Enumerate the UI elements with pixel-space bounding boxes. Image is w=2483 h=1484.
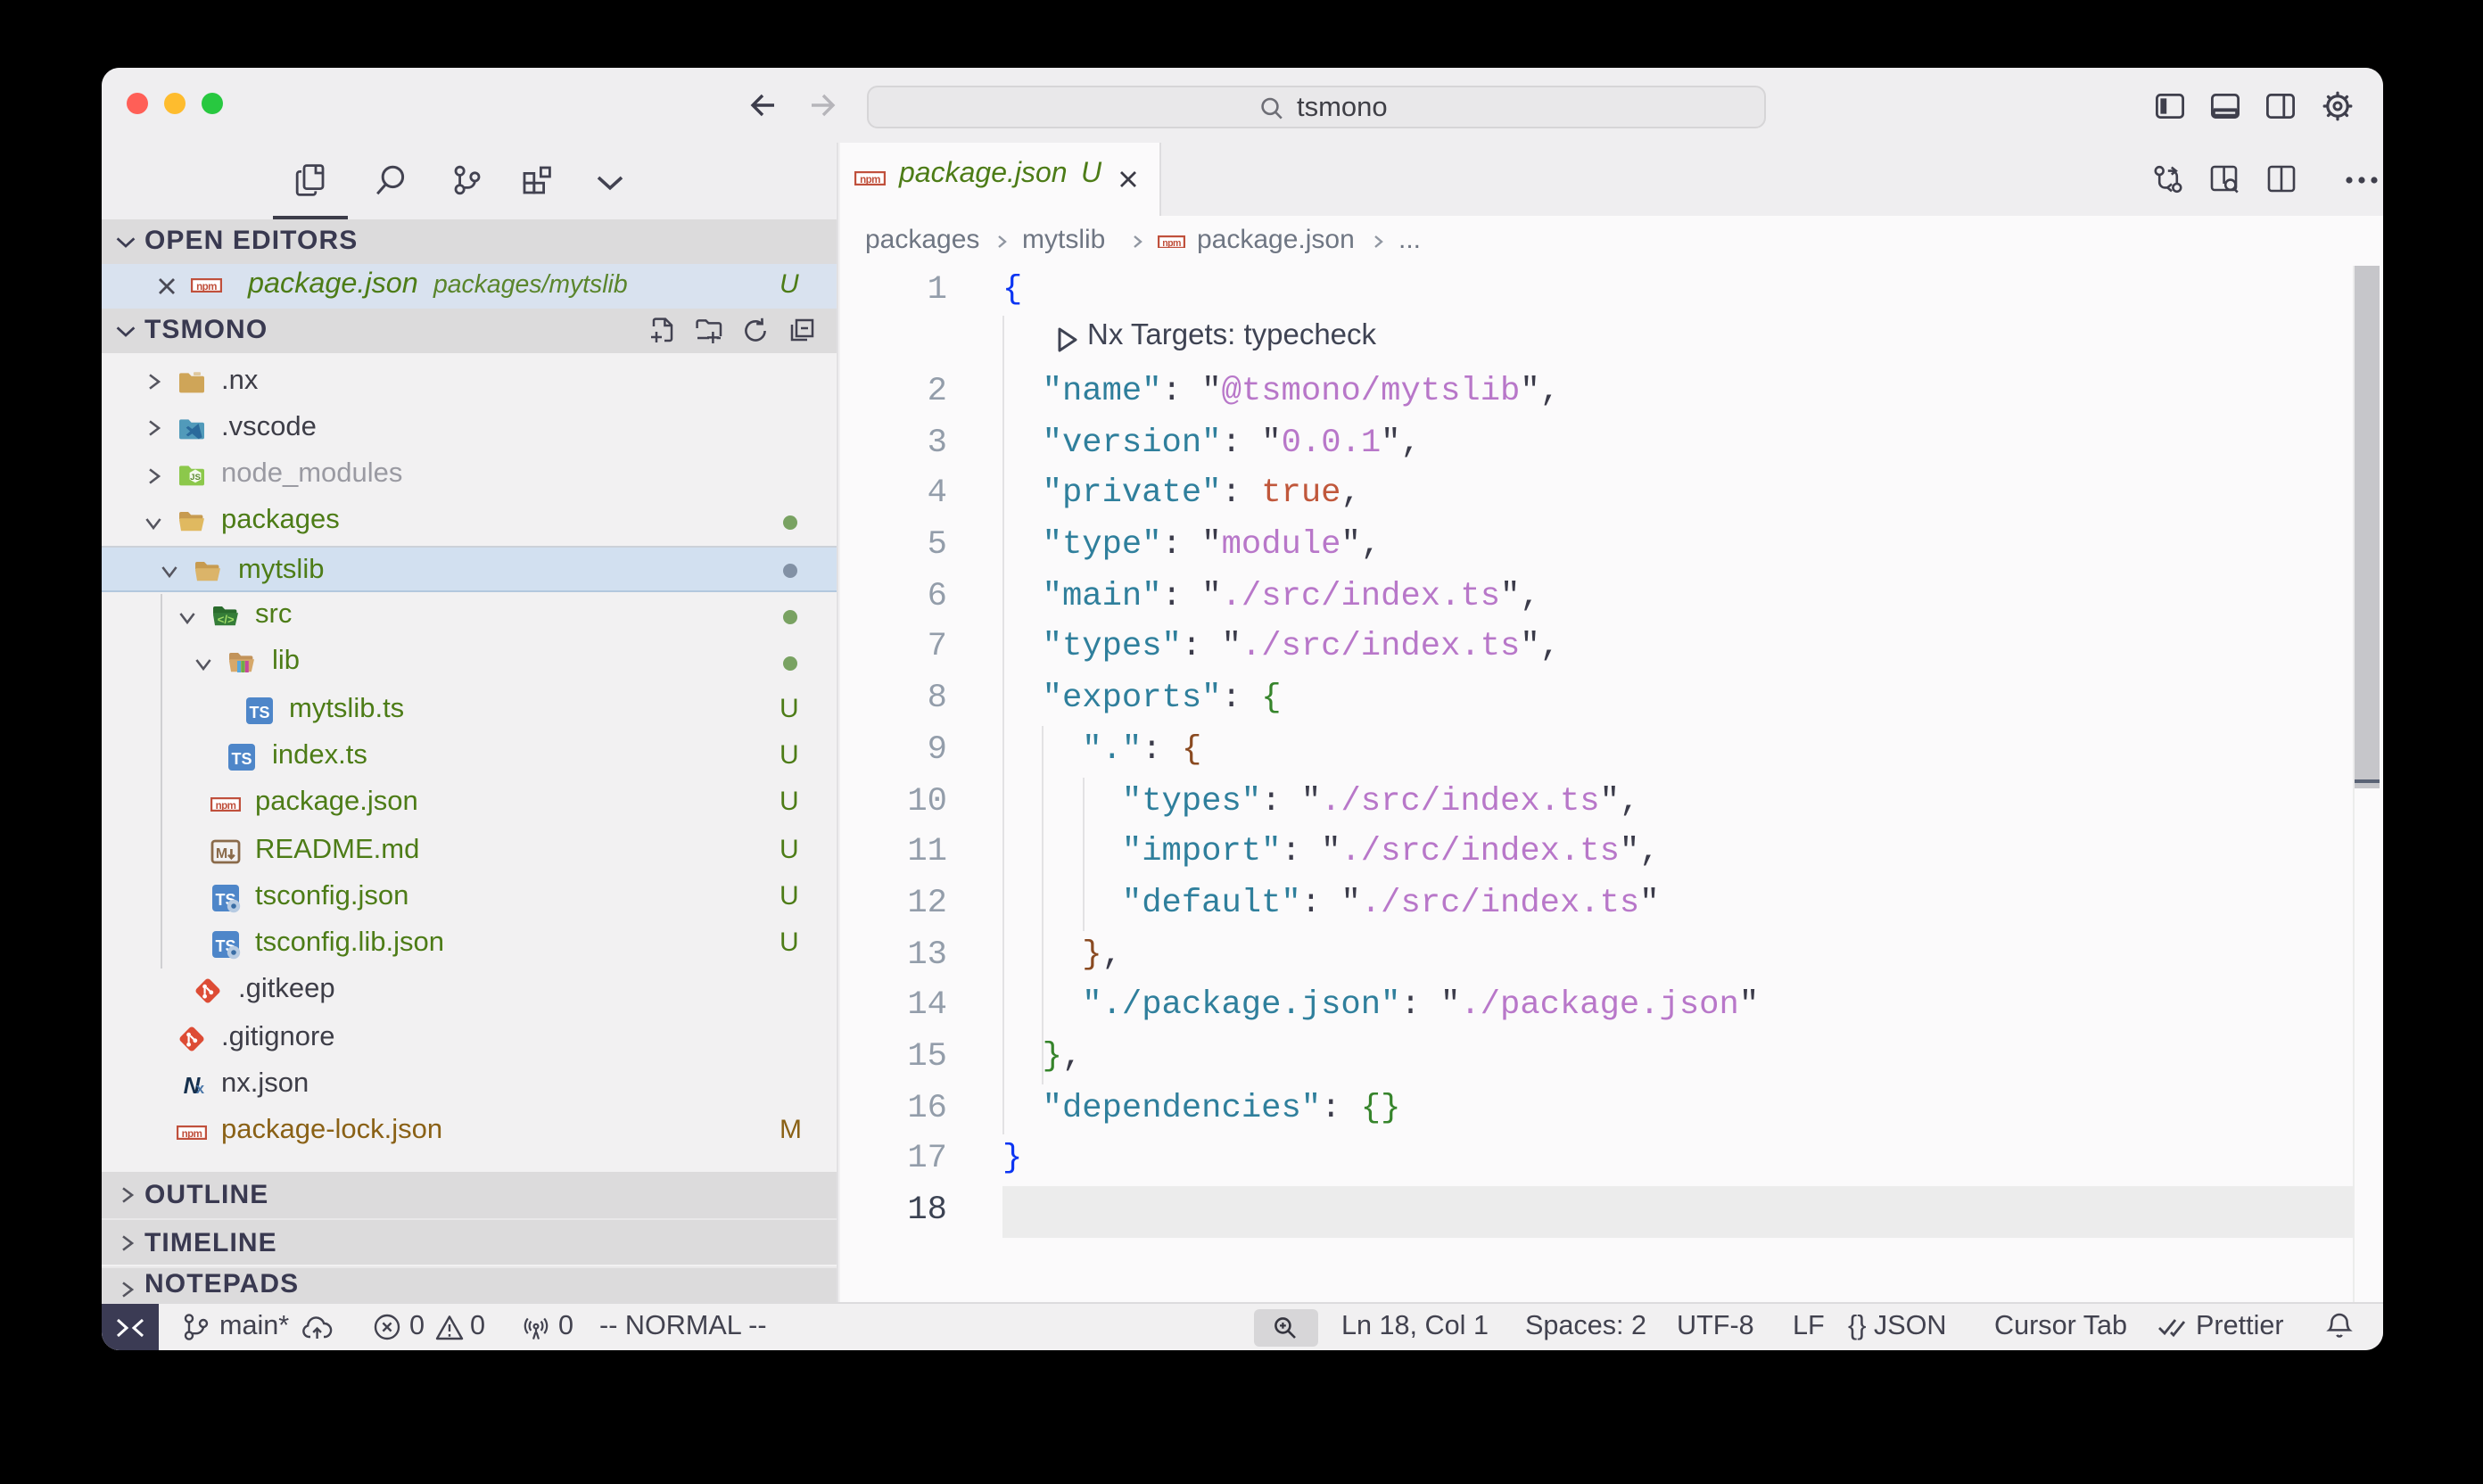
svg-text:npm: npm: [860, 174, 880, 186]
svg-text:TS: TS: [248, 703, 268, 721]
svg-text:npm: npm: [181, 1128, 202, 1140]
svg-text:</>: </>: [217, 613, 234, 626]
svg-text:M: M: [215, 845, 227, 861]
svg-text:npm: npm: [215, 800, 235, 812]
svg-text:npm: npm: [196, 281, 217, 293]
svg-text:x: x: [195, 1080, 204, 1097]
svg-text:JS: JS: [189, 473, 200, 482]
svg-text:npm: npm: [1162, 237, 1181, 248]
svg-text:TS: TS: [231, 750, 252, 768]
